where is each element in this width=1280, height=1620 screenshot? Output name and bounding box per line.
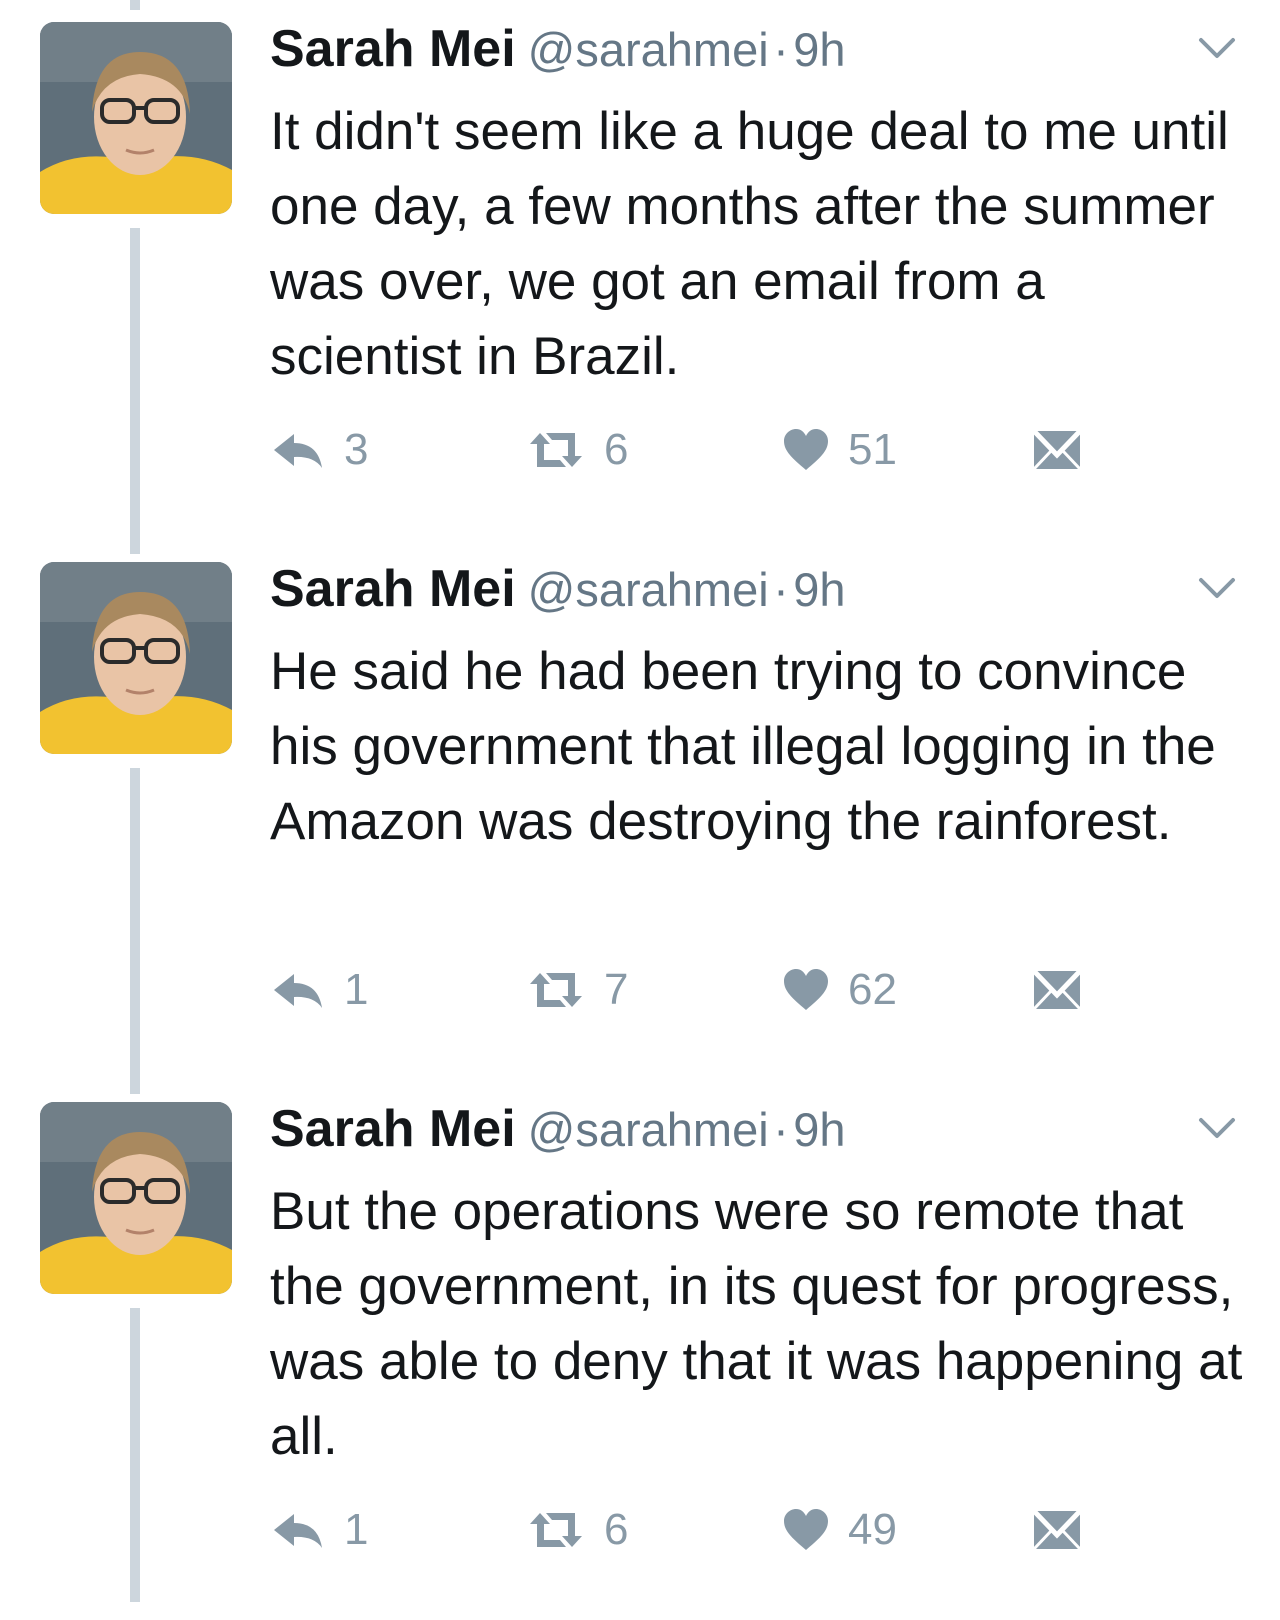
envelope-icon	[1032, 1509, 1082, 1551]
heart-icon	[782, 968, 830, 1012]
avatar[interactable]	[40, 1102, 232, 1294]
tweet-text: But the operations were so remote that t…	[270, 1182, 1243, 1466]
direct-message-button[interactable]	[1032, 420, 1082, 480]
reply-count: 3	[344, 425, 369, 474]
reply-icon	[270, 1508, 326, 1552]
retweet-icon	[526, 1508, 586, 1552]
tweet[interactable]: Sarah Mei @sarahmei · 9h He said he had b…	[0, 540, 1280, 1080]
timestamp[interactable]: 9h	[793, 1103, 845, 1156]
avatar[interactable]	[40, 22, 232, 214]
tweet-actions: 1 6 49	[270, 1500, 1110, 1560]
reply-count: 1	[344, 1505, 369, 1554]
username[interactable]: @sarahmei	[528, 563, 769, 616]
tweet-actions: 1 7 62	[270, 960, 1110, 1020]
chevron-down-icon[interactable]	[1195, 30, 1239, 66]
separator: ·	[773, 563, 789, 616]
heart-icon	[782, 1508, 830, 1552]
reply-button[interactable]: 1	[270, 1500, 368, 1560]
tweet-text: He said he had been trying to convince h…	[270, 642, 1216, 851]
envelope-icon	[1032, 429, 1082, 471]
separator: ·	[773, 23, 789, 76]
timestamp[interactable]: 9h	[793, 563, 845, 616]
retweet-icon	[526, 428, 586, 472]
like-button[interactable]: 62	[782, 960, 897, 1020]
retweet-button[interactable]: 7	[526, 960, 628, 1020]
reply-button[interactable]: 3	[270, 420, 368, 480]
reply-button[interactable]: 1	[270, 960, 368, 1020]
like-button[interactable]: 51	[782, 420, 897, 480]
retweet-count: 6	[604, 425, 629, 474]
tweet-actions: 3 6 51	[270, 420, 1110, 480]
tweet[interactable]: Sarah Mei @sarahmei · 9h But the operatio…	[0, 1080, 1280, 1620]
tweet-text: It didn't seem like a huge deal to me un…	[270, 102, 1229, 386]
retweet-icon	[526, 968, 586, 1012]
chevron-down-icon[interactable]	[1195, 570, 1239, 606]
tweet-header: Sarah Mei @sarahmei · 9h	[270, 18, 846, 80]
separator: ·	[773, 1103, 789, 1156]
reply-icon	[270, 428, 326, 472]
like-count: 49	[848, 1505, 897, 1554]
reply-count: 1	[344, 965, 369, 1014]
retweet-button[interactable]: 6	[526, 420, 628, 480]
retweet-count: 7	[604, 965, 629, 1014]
tweet[interactable]: Sarah Mei @sarahmei · 9h It didn't seem l…	[0, 0, 1280, 540]
tweet-header: Sarah Mei @sarahmei · 9h	[270, 558, 846, 620]
username[interactable]: @sarahmei	[528, 1103, 769, 1156]
retweet-count: 6	[604, 1505, 629, 1554]
direct-message-button[interactable]	[1032, 1500, 1082, 1560]
avatar[interactable]	[40, 562, 232, 754]
like-count: 62	[848, 965, 897, 1014]
reply-icon	[270, 968, 326, 1012]
envelope-icon	[1032, 969, 1082, 1011]
display-name[interactable]: Sarah Mei	[270, 20, 516, 78]
username[interactable]: @sarahmei	[528, 23, 769, 76]
chevron-down-icon[interactable]	[1195, 1110, 1239, 1146]
display-name[interactable]: Sarah Mei	[270, 1100, 516, 1158]
direct-message-button[interactable]	[1032, 960, 1082, 1020]
heart-icon	[782, 428, 830, 472]
like-button[interactable]: 49	[782, 1500, 897, 1560]
display-name[interactable]: Sarah Mei	[270, 560, 516, 618]
retweet-button[interactable]: 6	[526, 1500, 628, 1560]
tweet-header: Sarah Mei @sarahmei · 9h	[270, 1098, 846, 1160]
timestamp[interactable]: 9h	[793, 23, 845, 76]
like-count: 51	[848, 425, 897, 474]
